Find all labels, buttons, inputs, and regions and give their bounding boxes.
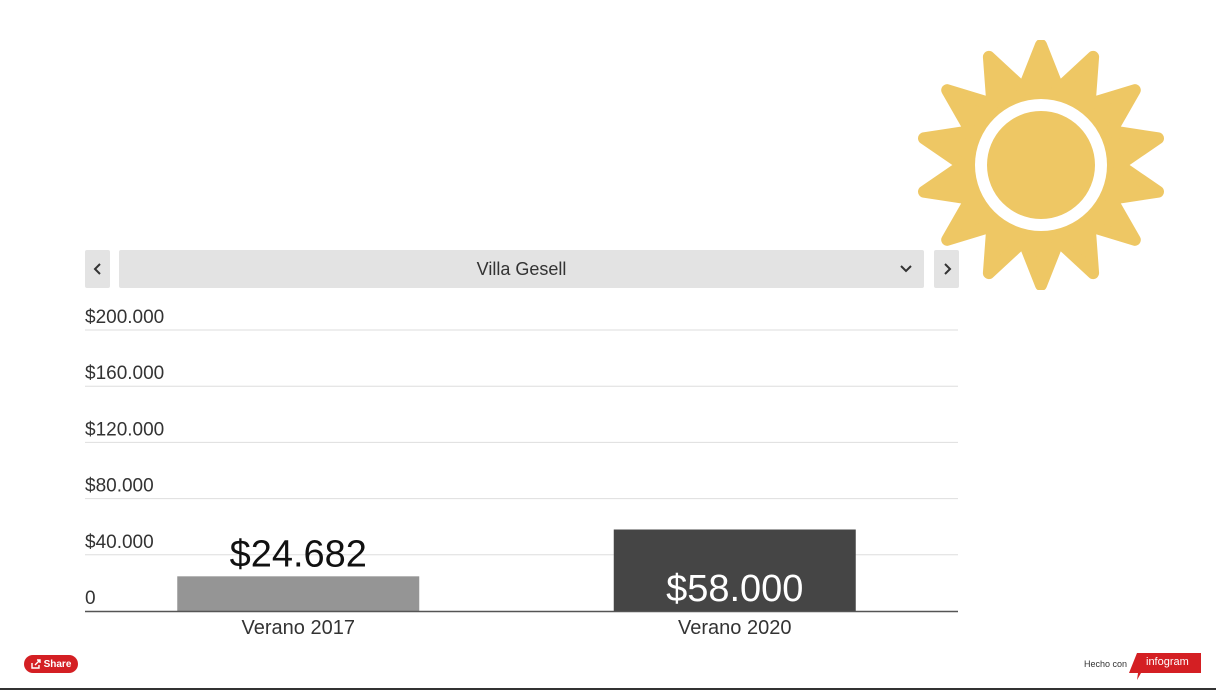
share-label: Share (43, 658, 72, 670)
bar-value-label: $24.682 (230, 533, 367, 575)
y-tick-label: $200.000 (85, 307, 164, 328)
y-tick-label: $40.000 (85, 532, 154, 553)
x-category-label: Verano 2020 (678, 617, 791, 639)
made-with-text: Hecho con (1084, 659, 1128, 669)
y-tick-label: $120.000 (85, 419, 164, 440)
x-category-label: Verano 2017 (242, 617, 355, 639)
y-axis-ticks: 0 $40.000 $80.000 $120.000 $160.000 $200.000 (85, 307, 164, 609)
y-tick-label: $80.000 (85, 476, 154, 497)
gridlines (85, 329, 958, 556)
bar-chart: 0$40.000$80.000$120.000$160.000$200.000 … (85, 307, 958, 639)
share-button[interactable]: Share (24, 655, 78, 673)
y-tick-label: $160.000 (85, 363, 164, 384)
bar-value-label: $58.000 (666, 568, 803, 610)
bars: $24.682 Verano 2017 $58.000 Verano 2020 (177, 529, 856, 639)
bar (177, 576, 420, 611)
infogram-brand-text: infogram (1146, 656, 1189, 668)
share-icon (30, 659, 41, 669)
y-tick-label: 0 (85, 588, 96, 609)
